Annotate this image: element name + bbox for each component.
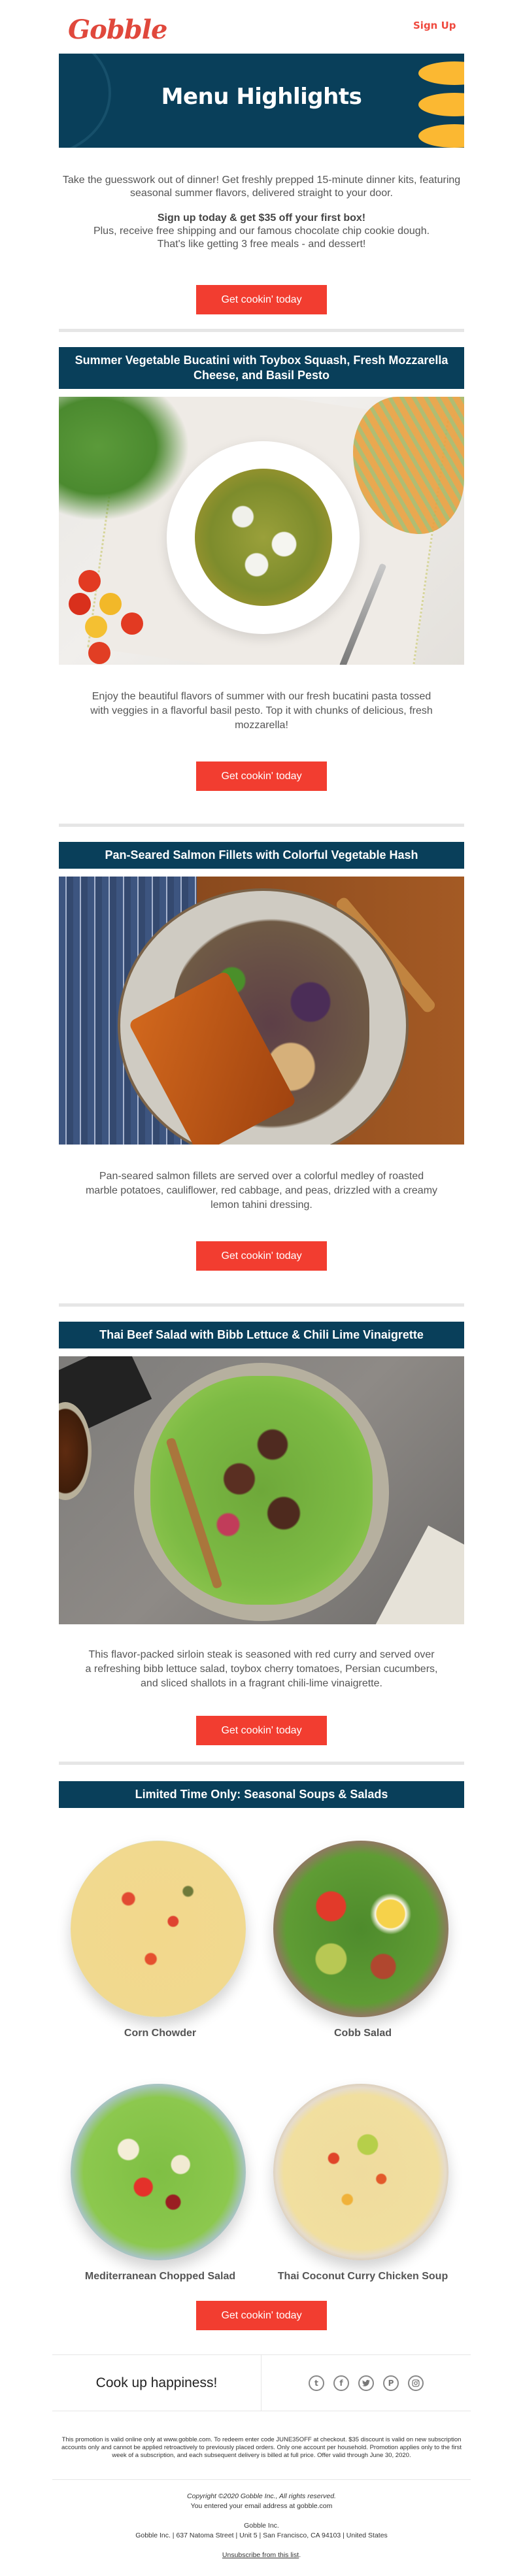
unsubscribe-suffix: . bbox=[299, 2551, 301, 2559]
seasonal-title: Limited Time Only: Seasonal Soups & Sala… bbox=[59, 1781, 464, 1808]
get-cookin-button[interactable]: Get cookin' today bbox=[196, 1241, 327, 1271]
footer: Copyright ©2020 Gobble Inc., All rights … bbox=[0, 2480, 523, 2576]
tomato bbox=[69, 593, 91, 615]
recipe-description: This flavor-packed sirloin steak is seas… bbox=[85, 1649, 438, 1689]
instagram-icon[interactable] bbox=[408, 2375, 424, 2391]
pasta-dish bbox=[195, 469, 332, 606]
tomato bbox=[88, 642, 110, 664]
seasonal-item[interactable]: Thai Coconut Curry Chicken Soup bbox=[262, 2041, 464, 2284]
dish-image bbox=[70, 2064, 250, 2267]
dish-name: Corn Chowder bbox=[124, 2028, 197, 2039]
recipe-description: Pan-seared salmon fillets are served ove… bbox=[85, 1171, 438, 1211]
tomato bbox=[99, 593, 122, 615]
corn-chowder-bowl bbox=[70, 1841, 246, 2017]
offer-headline: Sign up today & get $35 off your first b… bbox=[157, 212, 366, 224]
sign-up-link[interactable]: Sign Up bbox=[413, 20, 456, 31]
pinterest-icon[interactable]: P bbox=[383, 2375, 399, 2391]
recipe-title: Thai Beef Salad with Bibb Lettuce & Chil… bbox=[59, 1322, 464, 1348]
intro-paragraph: Take the guesswork out of dinner! Get fr… bbox=[62, 175, 461, 199]
cta-row: Get cookin' today bbox=[0, 733, 523, 791]
dish-image bbox=[273, 2064, 453, 2267]
decorative-pill bbox=[418, 124, 464, 148]
dish-name: Cobb Salad bbox=[333, 2028, 392, 2039]
recipe-description: Enjoy the beautiful flavors of summer wi… bbox=[90, 691, 433, 731]
dish-name: Mediterranean Chopped Salad bbox=[84, 2271, 236, 2282]
dish-name: Thai Coconut Curry Chicken Soup bbox=[277, 2271, 448, 2282]
get-cookin-button[interactable]: Get cookin' today bbox=[196, 1716, 327, 1745]
social-row: Cook up happiness! t f P bbox=[52, 2354, 471, 2411]
recipe-photo-thai-beef-salad[interactable] bbox=[59, 1356, 464, 1624]
banner-title: Menu Highlights bbox=[161, 84, 362, 110]
hero-banner: Menu Highlights bbox=[59, 54, 464, 148]
seasonal-item[interactable]: Cobb Salad bbox=[262, 1821, 464, 2041]
tomato bbox=[85, 616, 107, 638]
recipe-title: Summer Vegetable Bucatini with Toybox Sq… bbox=[59, 347, 464, 389]
cta-row: Get cookin' today bbox=[0, 2284, 523, 2330]
recipe-photo-bucatini[interactable] bbox=[59, 397, 464, 665]
recipe-photo-salmon[interactable] bbox=[59, 877, 464, 1145]
company-address: Gobble Inc. | 637 Natoma Street | Unit 5… bbox=[135, 2532, 388, 2539]
mediterranean-salad-bowl bbox=[70, 2084, 246, 2260]
dish-image bbox=[273, 1821, 453, 2024]
facebook-icon[interactable]: f bbox=[333, 2375, 349, 2391]
offer-line-2: That's like getting 3 free meals - and d… bbox=[157, 239, 366, 250]
offer-block: Sign up today & get $35 off your first b… bbox=[59, 212, 464, 251]
twitter-bird-glyph bbox=[362, 2379, 370, 2386]
legal-disclaimer: This promotion is valid online only at w… bbox=[52, 2411, 471, 2480]
unsubscribe-row: Unsubscribe from this list. bbox=[0, 2551, 523, 2560]
get-cookin-button[interactable]: Get cookin' today bbox=[196, 761, 327, 791]
tagline: Cook up happiness! bbox=[52, 2355, 262, 2411]
seasonal-grid: Corn Chowder Cobb Salad Mediterranean Ch… bbox=[59, 1821, 464, 2284]
gobble-logo[interactable]: Gobble bbox=[68, 14, 167, 45]
offer-line-1: Plus, receive free shipping and our famo… bbox=[93, 226, 430, 237]
dish-image bbox=[70, 1821, 250, 2024]
seasonal-item[interactable]: Corn Chowder bbox=[59, 1821, 262, 2041]
email-note: You entered your email address at gobble… bbox=[190, 2502, 333, 2510]
tomato bbox=[121, 612, 143, 635]
get-cookin-button[interactable]: Get cookin' today bbox=[196, 2301, 327, 2330]
top-bar: Gobble Sign Up bbox=[0, 0, 523, 54]
copyright: Copyright ©2020 Gobble Inc., All rights … bbox=[187, 2492, 336, 2500]
unsubscribe-link[interactable]: Unsubscribe from this list bbox=[222, 2551, 299, 2559]
cta-row: Get cookin' today bbox=[0, 1691, 523, 1745]
social-icons: t f P bbox=[262, 2355, 471, 2411]
towel bbox=[367, 1525, 464, 1624]
cta-row: Get cookin' today bbox=[0, 1213, 523, 1271]
instagram-camera-glyph bbox=[412, 2379, 420, 2387]
intro-section: Take the guesswork out of dinner! Get fr… bbox=[59, 148, 464, 251]
get-cookin-button[interactable]: Get cookin' today bbox=[196, 285, 327, 314]
tomato bbox=[78, 570, 101, 592]
company-name: Gobble Inc. bbox=[244, 2522, 279, 2530]
tumblr-icon[interactable]: t bbox=[309, 2375, 324, 2391]
decorative-pill bbox=[418, 61, 464, 85]
basil-leaves bbox=[59, 397, 190, 521]
email-page: Gobble Sign Up Menu Highlights Take the … bbox=[0, 0, 523, 2576]
cobb-salad-bowl bbox=[273, 1841, 448, 2017]
recipe-title: Pan-Seared Salmon Fillets with Colorful … bbox=[59, 842, 464, 869]
cta-row: Get cookin' today bbox=[0, 263, 523, 314]
seasonal-item[interactable]: Mediterranean Chopped Salad bbox=[59, 2041, 262, 2284]
twitter-icon[interactable] bbox=[358, 2375, 374, 2391]
thai-curry-soup-bowl bbox=[273, 2084, 448, 2260]
